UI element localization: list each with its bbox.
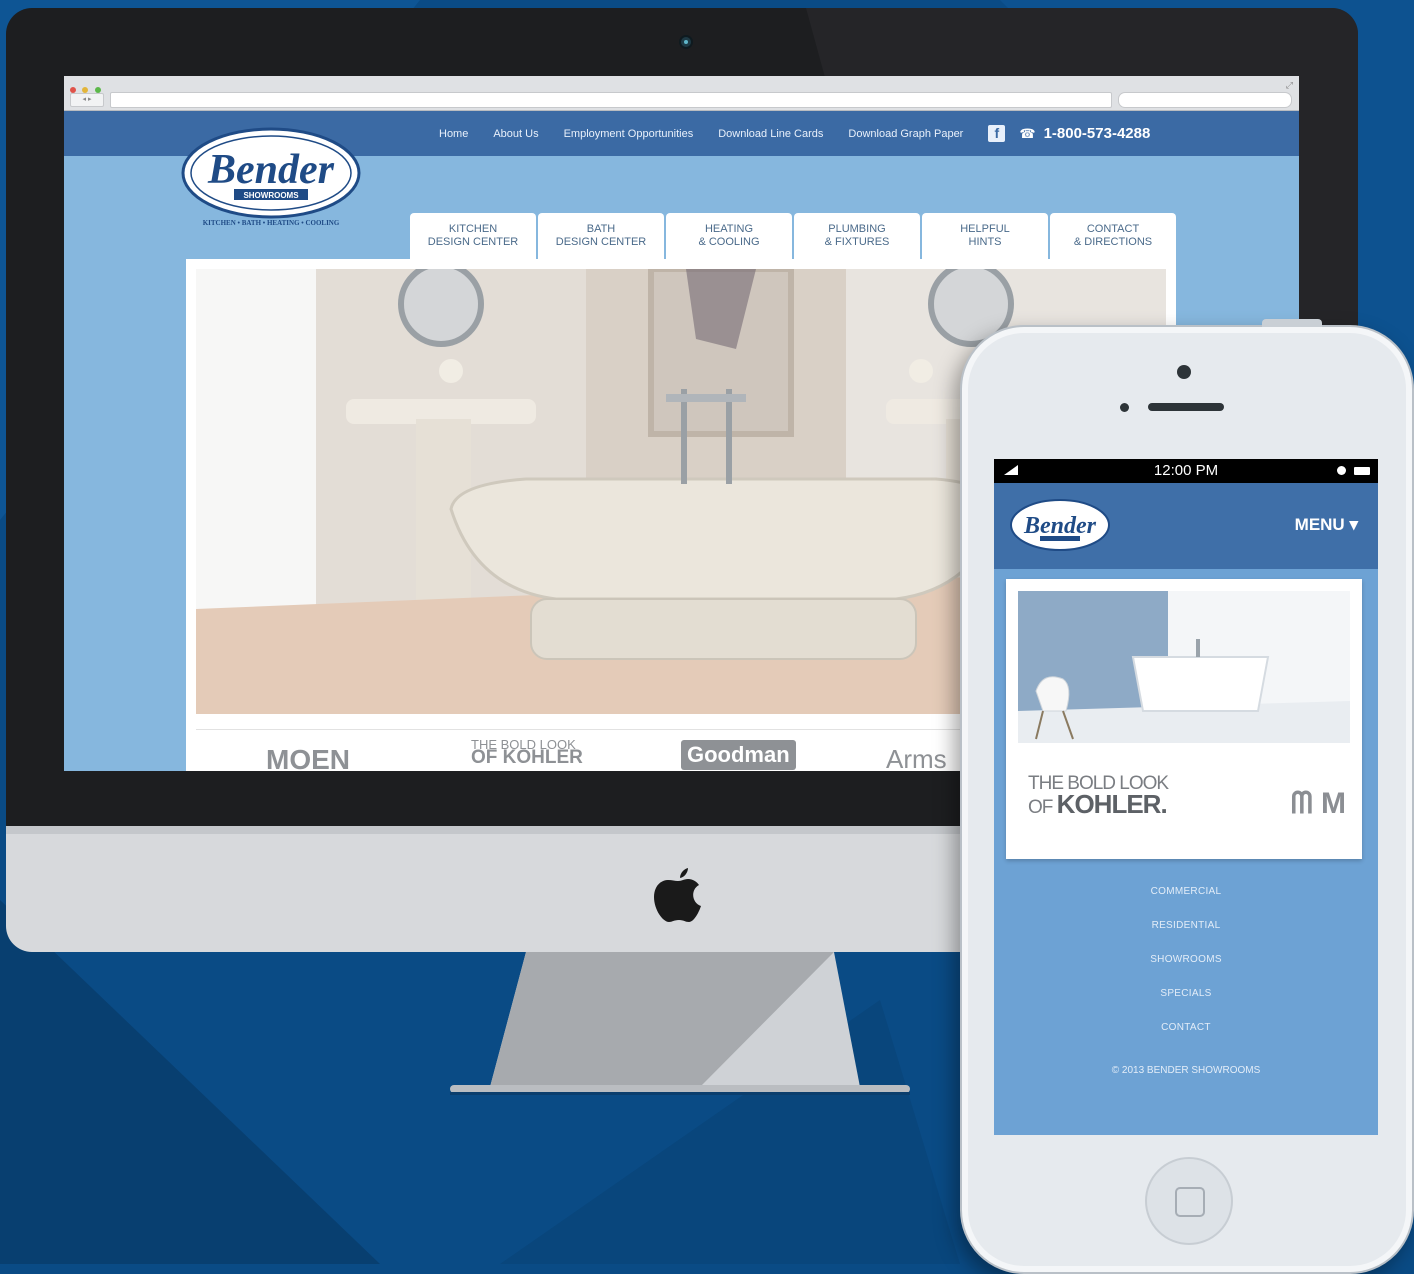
menu-button[interactable]: MENU ▾ [1295, 515, 1358, 535]
brand-goodman[interactable]: Goodman [681, 740, 796, 770]
power-button [1262, 319, 1322, 327]
brand-moen[interactable]: MOEN [266, 744, 350, 771]
moen-logo-icon: ᗰ [1290, 787, 1313, 820]
browser-search-bar[interactable] [1118, 92, 1292, 108]
nav-employment[interactable]: Employment Opportunities [564, 128, 694, 140]
link-commercial[interactable]: COMMERCIAL [994, 875, 1378, 909]
nav-line-cards[interactable]: Download Line Cards [718, 128, 823, 140]
mobile-brand-kohler[interactable]: THE BOLD LOOK OF KOHLER. [1028, 773, 1169, 819]
address-bar[interactable] [110, 92, 1112, 108]
browser-toolbar: ◂ ▸ ⤢ [64, 76, 1299, 111]
battery-icon [1354, 467, 1370, 475]
brand-armstrong[interactable]: Arms [886, 744, 947, 771]
mobile-hero-image [1018, 591, 1350, 743]
mobile-bath-photo [1018, 591, 1350, 743]
phone-screen: 12:00 PM Bender MENU ▾ THE BOLD LOOK OF … [994, 459, 1378, 1135]
facebook-icon[interactable]: f [988, 125, 1006, 142]
iphone-mockup: 12:00 PM Bender MENU ▾ THE BOLD LOOK OF … [960, 319, 1414, 1274]
fullscreen-icon[interactable]: ⤢ [1286, 80, 1293, 91]
front-camera [1177, 365, 1191, 379]
link-residential[interactable]: RESIDENTIAL [994, 909, 1378, 943]
mobile-bender-logo[interactable]: Bender [1008, 497, 1112, 553]
back-forward-buttons[interactable]: ◂ ▸ [70, 93, 104, 107]
phone-number[interactable]: 1-800-573-4288 [1044, 125, 1151, 142]
mobile-footer-links: COMMERCIAL RESIDENTIAL SHOWROOMS SPECIAL… [994, 875, 1378, 1045]
main-tabs: KITCHEN DESIGN CENTER BATH DESIGN CENTER… [410, 213, 1178, 259]
top-nav: Home About Us Employment Opportunities D… [439, 111, 1150, 156]
alarm-icon [1337, 466, 1346, 475]
menu-label: MENU [1294, 515, 1345, 534]
tab-hints[interactable]: HELPFUL HINTS [922, 213, 1048, 259]
home-button[interactable] [1145, 1157, 1233, 1245]
phone-icon: ☎ [1019, 125, 1036, 141]
home-square-icon [1175, 1187, 1205, 1217]
nav-about-us[interactable]: About Us [493, 128, 538, 140]
bender-logo[interactable]: Bender SHOWROOMS KITCHEN • BATH • HEATIN… [176, 121, 366, 233]
link-specials[interactable]: SPECIALS [994, 977, 1378, 1011]
link-contact[interactable]: CONTACT [994, 1011, 1378, 1045]
tab-plumbing[interactable]: PLUMBING & FIXTURES [794, 213, 920, 259]
earpiece-speaker [1148, 403, 1224, 411]
mobile-brand-moen[interactable]: ᗰ M [1291, 787, 1346, 821]
chevron-down-icon: ▾ [1349, 515, 1358, 534]
proximity-sensor [1120, 403, 1129, 412]
nav-home[interactable]: Home [439, 128, 468, 140]
copyright: © 2013 BENDER SHOWROOMS [1111, 1065, 1261, 1076]
apple-logo-icon [654, 868, 701, 922]
mobile-moen-label: M [1321, 787, 1346, 820]
logo-tagline: KITCHEN • BATH • HEATING • COOLING [203, 219, 340, 227]
tab-kitchen[interactable]: KITCHEN DESIGN CENTER [410, 213, 536, 259]
tab-bath[interactable]: BATH DESIGN CENTER [538, 213, 664, 259]
imac-stand [450, 952, 910, 1095]
tab-heating[interactable]: HEATING & COOLING [666, 213, 792, 259]
kohler-name: OF KOHLER [471, 747, 583, 768]
logo-showrooms: SHOWROOMS [243, 191, 299, 200]
status-bar: 12:00 PM [994, 459, 1378, 483]
nav-graph-paper[interactable]: Download Graph Paper [848, 128, 963, 140]
mobile-header: Bender MENU ▾ [994, 483, 1378, 569]
logo-wordmark: Bender [207, 147, 335, 193]
mobile-content-card: THE BOLD LOOK OF KOHLER. ᗰ M [1006, 579, 1362, 859]
tab-contact[interactable]: CONTACT & DIRECTIONS [1050, 213, 1176, 259]
mobile-kohler-name: KOHLER. [1056, 789, 1168, 819]
brand-kohler[interactable]: THE BOLD LOOK OF KOHLER [471, 738, 583, 768]
status-time: 12:00 PM [1153, 462, 1219, 479]
mobile-kohler-of: OF [1028, 797, 1053, 818]
link-showrooms[interactable]: SHOWROOMS [994, 943, 1378, 977]
webcam [679, 35, 693, 49]
mobile-logo-wordmark: Bender [1023, 513, 1097, 539]
